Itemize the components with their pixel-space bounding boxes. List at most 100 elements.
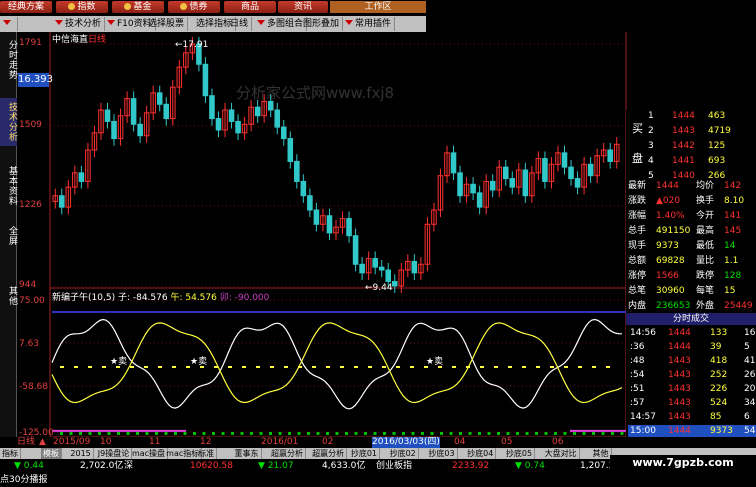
bottom-tab[interactable]: 大盘对比 [543, 448, 580, 459]
quote-key: 均价 [696, 181, 715, 191]
candle-body [476, 192, 483, 208]
signal-tick [373, 432, 377, 435]
tick-row[interactable]: 14:57 1443 85 6 [628, 411, 756, 423]
sell-marker: ★卖 [190, 357, 208, 367]
candle-body [326, 215, 333, 234]
signal-tick [554, 432, 557, 435]
orderbook-level: 3 [648, 141, 654, 151]
low-value: 9.44 [372, 283, 393, 293]
bottom-tab[interactable]: 指标 [0, 448, 21, 459]
signal-tick [98, 432, 101, 435]
tick-row[interactable]: :48 1443 418 41 [628, 355, 756, 367]
quote-key: 最低 [696, 241, 715, 251]
bottom-tab[interactable]: 抄底05 [504, 448, 536, 459]
bottom-tab[interactable]: 其他 [591, 448, 612, 459]
orderbook-row[interactable]: 3 1442 125 [626, 140, 756, 152]
tick-row[interactable]: :54 1443 252 26 [628, 369, 756, 381]
signal-tick [231, 432, 234, 435]
candle-body [287, 138, 294, 162]
indicator-header: 新编子午(10,5) 子: -84.576 午: 54.576 卯: -90.0… [52, 290, 269, 303]
tick-header[interactable]: 分时成交 [626, 313, 756, 325]
signal-tick [487, 432, 491, 435]
high-value: 17.91 [182, 40, 209, 50]
tick-row[interactable]: :57 1443 524 34 [628, 397, 756, 409]
indicator-dash-mark [130, 366, 134, 368]
signal-tick [107, 432, 111, 435]
quote-key: 现手 [628, 241, 647, 251]
tick-time: 14:57 [630, 412, 656, 422]
orderbook-price: 1442 [672, 141, 695, 151]
candle-body [59, 195, 65, 208]
bottom-tab[interactable]: 抄底01 [349, 448, 381, 459]
signal-tick [383, 432, 386, 435]
candle-body [280, 126, 287, 140]
quote-row: 总手 491150 最高 145 [626, 225, 756, 237]
candle-body [346, 218, 352, 237]
bottom-tab[interactable]: 超赢分析 [269, 448, 307, 459]
signal-tick [297, 432, 301, 435]
signal-tick [307, 432, 310, 435]
status-amount-1: 2,702.0亿 [80, 461, 124, 471]
quote-value: 141 [724, 211, 742, 221]
date-period[interactable]: 日线 [17, 437, 35, 448]
bottom-tab[interactable]: 模板 [41, 448, 63, 459]
news-ticker-text[interactable]: 点30分播报 [0, 473, 47, 487]
orderbook-volume: 463 [708, 111, 726, 121]
tick-row[interactable]: 14:56 1444 133 16 [628, 327, 756, 339]
candle-body [215, 118, 222, 131]
signal-tick [145, 432, 149, 435]
signal-tick [411, 432, 415, 435]
bottom-tab[interactable]: 抄底02 [388, 448, 419, 459]
candle-body [254, 106, 261, 117]
candle-body [607, 149, 613, 162]
candle-body [274, 109, 281, 128]
quote-row: 涨停 1566 跌停 128 [626, 270, 756, 282]
tick-volume: 39 [710, 342, 722, 352]
orderbook-row[interactable]: 1 1444 463 [626, 110, 756, 122]
quote-value: 128 [724, 271, 742, 281]
date-label: 04 [454, 437, 466, 447]
tick-row[interactable]: 15:00 1444 9373 542 [628, 425, 756, 437]
signal-tick [259, 432, 263, 435]
date-label: 10 [100, 437, 112, 447]
indicator-tick-1: 75.00 [19, 296, 45, 306]
tick-price: 1444 [668, 426, 691, 436]
bottom-tab[interactable]: 2015 [68, 448, 94, 459]
signal-tick [202, 432, 206, 435]
candle-body [78, 172, 85, 182]
candle-body [359, 263, 365, 274]
signal-tick [88, 432, 92, 435]
signal-tick [155, 432, 158, 435]
candle-body [391, 280, 398, 287]
status-value: 21.07 [267, 461, 294, 471]
date-label: 05 [501, 437, 513, 447]
date-arrow-icon: ▲ [39, 437, 46, 447]
date-label: 06 [552, 437, 564, 447]
bottom-tab[interactable]: J9操盘论 [96, 448, 133, 459]
quote-value: ▲020 [656, 196, 681, 206]
bottom-tab[interactable]: 超赢分析 [310, 448, 348, 459]
tick-header-label: 分时成交 [672, 314, 709, 324]
tick-row[interactable]: :36 1444 39 5 [628, 341, 756, 353]
signal-tick [620, 432, 624, 435]
indicator-wu: 午: 54.576 [170, 293, 217, 303]
bottom-tab[interactable]: 抄底03 [426, 448, 458, 459]
stock-title: 中信海直日线 [52, 32, 106, 45]
bottom-tab[interactable]: 抄底04 [465, 448, 497, 459]
candle-body [313, 209, 320, 225]
tick-time: :51 [630, 384, 645, 394]
tick-price: 1444 [668, 342, 691, 352]
bottom-tab[interactable]: mac操盘 [130, 448, 169, 459]
sell-label: 卖 [198, 357, 208, 367]
indicator-dash-mark [298, 366, 302, 368]
indicator-name[interactable]: 新编子午 [52, 293, 88, 303]
bottom-tab[interactable]: 标准 [196, 448, 218, 459]
orderbook-row[interactable]: 2 1443 4719 [626, 125, 756, 137]
tick-row[interactable]: :51 1443 226 20 [628, 383, 756, 395]
signal-tick [240, 432, 244, 435]
bottom-tab[interactable]: 董事东 [233, 448, 262, 459]
orderbook-row[interactable]: 4 1441 693 [626, 155, 756, 167]
indicator-series [51, 311, 626, 435]
tick-count: 16 [744, 328, 756, 338]
candle-body [307, 195, 313, 211]
